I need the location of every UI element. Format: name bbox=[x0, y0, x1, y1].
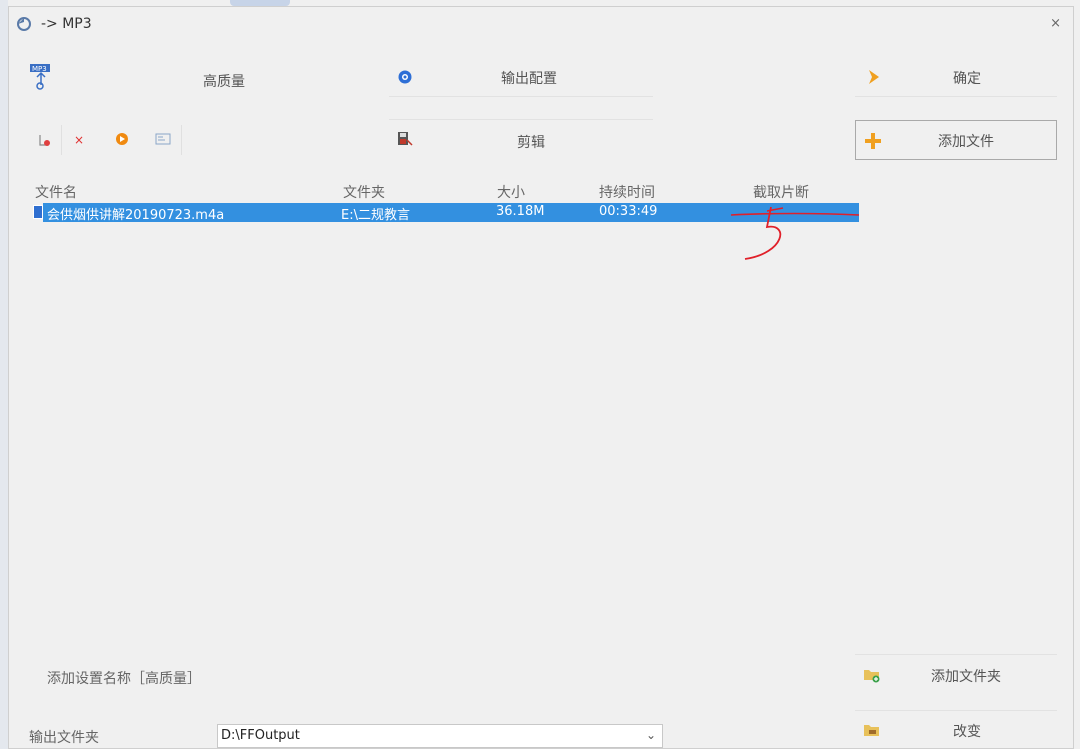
title-bar: -> MP3 × bbox=[9, 7, 1073, 41]
clip-button[interactable]: 剪辑 bbox=[389, 123, 653, 157]
converter-window: -> MP3 × MP3 高质量 输出配置 确定 × 剪辑 添加文件 文件名 文… bbox=[8, 6, 1074, 749]
output-config-divider bbox=[389, 96, 653, 97]
ok-label: 确定 bbox=[953, 71, 981, 87]
gear-icon bbox=[397, 69, 413, 85]
cell-filename: 会供烟供讲解20190723.m4a bbox=[47, 208, 225, 223]
red-annotation bbox=[730, 206, 860, 260]
mp3-icon: MP3 bbox=[29, 63, 53, 91]
change-folder-button[interactable]: 改变 bbox=[855, 714, 1057, 748]
column-header-duration[interactable]: 持续时间 bbox=[599, 182, 655, 202]
output-config-button[interactable]: 输出配置 bbox=[389, 61, 653, 95]
close-button[interactable]: × bbox=[1050, 16, 1061, 31]
ok-button[interactable]: 确定 bbox=[855, 61, 1057, 95]
info-icon[interactable] bbox=[155, 131, 171, 147]
output-folder-label: 输出文件夹 bbox=[29, 730, 99, 746]
tool-separator-end bbox=[181, 125, 182, 155]
cell-size: 36.18M bbox=[496, 204, 545, 219]
remove-icon[interactable] bbox=[37, 132, 53, 148]
add-folder-top-divider bbox=[855, 654, 1057, 655]
add-file-button[interactable]: 添加文件 bbox=[855, 120, 1057, 160]
quality-preset-label: 高质量 bbox=[203, 74, 245, 90]
column-header-size[interactable]: 大小 bbox=[497, 182, 525, 202]
tool-separator bbox=[61, 125, 62, 155]
add-setting-name-label[interactable]: 添加设置名称［高质量］ bbox=[47, 668, 201, 688]
convert-icon bbox=[15, 15, 33, 33]
window-title: -> MP3 bbox=[41, 16, 92, 32]
ok-divider bbox=[855, 96, 1057, 97]
output-folder-dropdown[interactable]: D:\FFOutput ⌄ bbox=[217, 724, 663, 748]
column-header-clip[interactable]: 截取片断 bbox=[753, 182, 809, 202]
desktop-background-strip bbox=[0, 0, 8, 749]
plus-icon bbox=[864, 132, 882, 150]
clip-label: 剪辑 bbox=[517, 135, 545, 151]
add-file-label: 添加文件 bbox=[938, 134, 994, 150]
output-config-label: 输出配置 bbox=[501, 71, 557, 87]
change-label: 改变 bbox=[953, 724, 981, 740]
chevron-down-icon: ⌄ bbox=[645, 728, 656, 742]
column-header-folder[interactable]: 文件夹 bbox=[343, 182, 385, 202]
clip-top-divider bbox=[389, 119, 653, 120]
cell-folder: E:\二规教言 bbox=[341, 208, 410, 223]
scissors-icon bbox=[397, 131, 413, 147]
add-folder-button[interactable]: 添加文件夹 bbox=[855, 659, 1057, 693]
checkbox-placeholder[interactable] bbox=[29, 670, 43, 684]
column-header-filename[interactable]: 文件名 bbox=[35, 182, 77, 202]
folder-add-icon bbox=[863, 667, 881, 683]
audio-file-icon bbox=[33, 205, 43, 219]
arrow-right-icon bbox=[867, 69, 881, 85]
play-icon[interactable] bbox=[114, 131, 130, 147]
quality-preset-button[interactable]: MP3 高质量 bbox=[27, 61, 367, 93]
cell-duration: 00:33:49 bbox=[599, 204, 658, 219]
add-folder-label: 添加文件夹 bbox=[931, 669, 1001, 685]
delete-icon[interactable]: × bbox=[71, 132, 87, 148]
folder-open-icon bbox=[863, 722, 881, 738]
change-top-divider bbox=[855, 710, 1057, 711]
svg-text:MP3: MP3 bbox=[32, 65, 47, 73]
output-folder-value: D:\FFOutput bbox=[221, 728, 300, 743]
